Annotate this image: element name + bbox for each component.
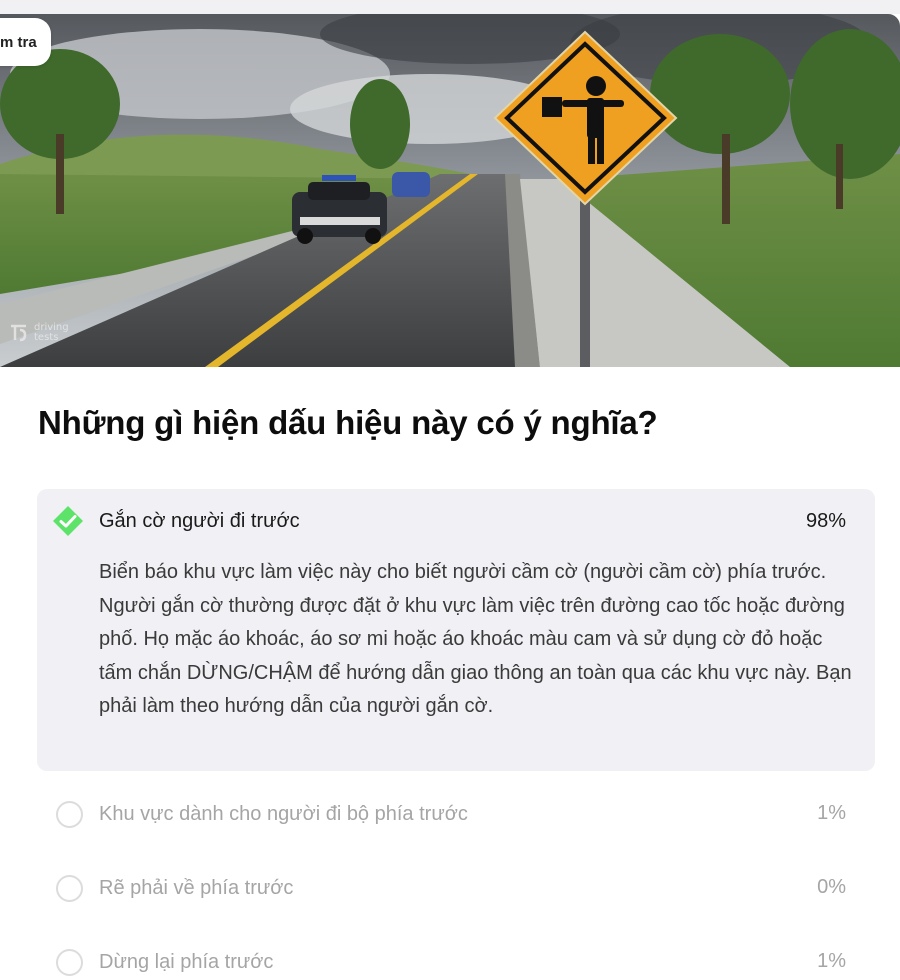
answer-explanation: Biển báo khu vực làm việc này cho biết n…	[99, 561, 852, 717]
radio-circle-icon[interactable]	[56, 949, 83, 976]
answer-percent: 98%	[805, 510, 846, 532]
answer-label[interactable]: Rẽ phải về phía trước	[99, 877, 293, 900]
radio-circle-icon[interactable]	[56, 875, 83, 902]
answer-percent: 1%	[817, 950, 846, 972]
question-title: Những gì hiện dấu hiệu này có ý nghĩa?	[38, 404, 658, 441]
check-diamond-icon	[53, 506, 83, 536]
watermark: driving tests	[8, 322, 69, 344]
top-strip	[0, 0, 900, 14]
question-image	[0, 14, 900, 367]
driving-tests-logo-icon	[11, 324, 27, 342]
tab-label-text: m tra	[0, 33, 37, 51]
watermark-line2: tests	[34, 332, 59, 343]
answer-percent: 1%	[817, 802, 846, 824]
answer-label: Gắn cờ người đi trước	[99, 510, 300, 532]
tab-label[interactable]: m tra	[0, 18, 51, 66]
radio-circle-icon[interactable]	[56, 801, 83, 828]
answer-label[interactable]: Dừng lại phía trước	[99, 951, 273, 974]
answer-label[interactable]: Khu vực dành cho người đi bộ phía trước	[99, 803, 468, 826]
answer-percent: 0%	[817, 876, 846, 898]
